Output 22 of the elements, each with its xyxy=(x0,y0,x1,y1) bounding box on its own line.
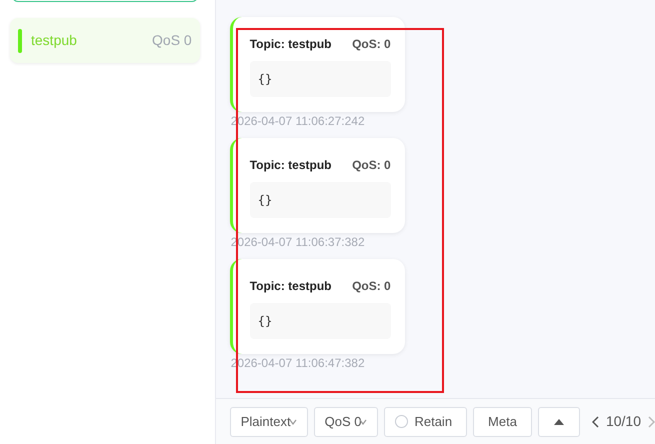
message-payload: {} xyxy=(250,303,391,339)
format-select[interactable]: Plaintext xyxy=(230,406,308,436)
message-topic: Topic: testpub xyxy=(250,157,332,174)
triangle-up-icon xyxy=(554,418,564,424)
subscription-topic: testpub xyxy=(31,31,77,50)
message-payload: {} xyxy=(250,182,391,218)
message-qos: QoS: 0 xyxy=(352,157,391,174)
message-topic: Topic: testpub xyxy=(250,36,332,53)
chevron-left-icon[interactable] xyxy=(592,416,600,428)
message-topic: Topic: testpub xyxy=(250,278,332,295)
retain-label: Retain xyxy=(414,412,452,431)
message-payload: {} xyxy=(250,61,391,97)
message-qos: QoS: 0 xyxy=(352,36,391,53)
caret-icon xyxy=(288,418,297,424)
message-qos: QoS: 0 xyxy=(352,278,391,295)
qos-select[interactable]: QoS 0 xyxy=(314,406,378,436)
page-counter: 10/10 xyxy=(606,412,641,431)
scroll-top-button[interactable] xyxy=(538,406,580,436)
meta-button[interactable]: Meta xyxy=(473,406,532,436)
retain-toggle[interactable]: Retain xyxy=(384,406,468,436)
caret-icon xyxy=(359,418,368,424)
subscription-qos: QoS 0 xyxy=(152,31,192,50)
